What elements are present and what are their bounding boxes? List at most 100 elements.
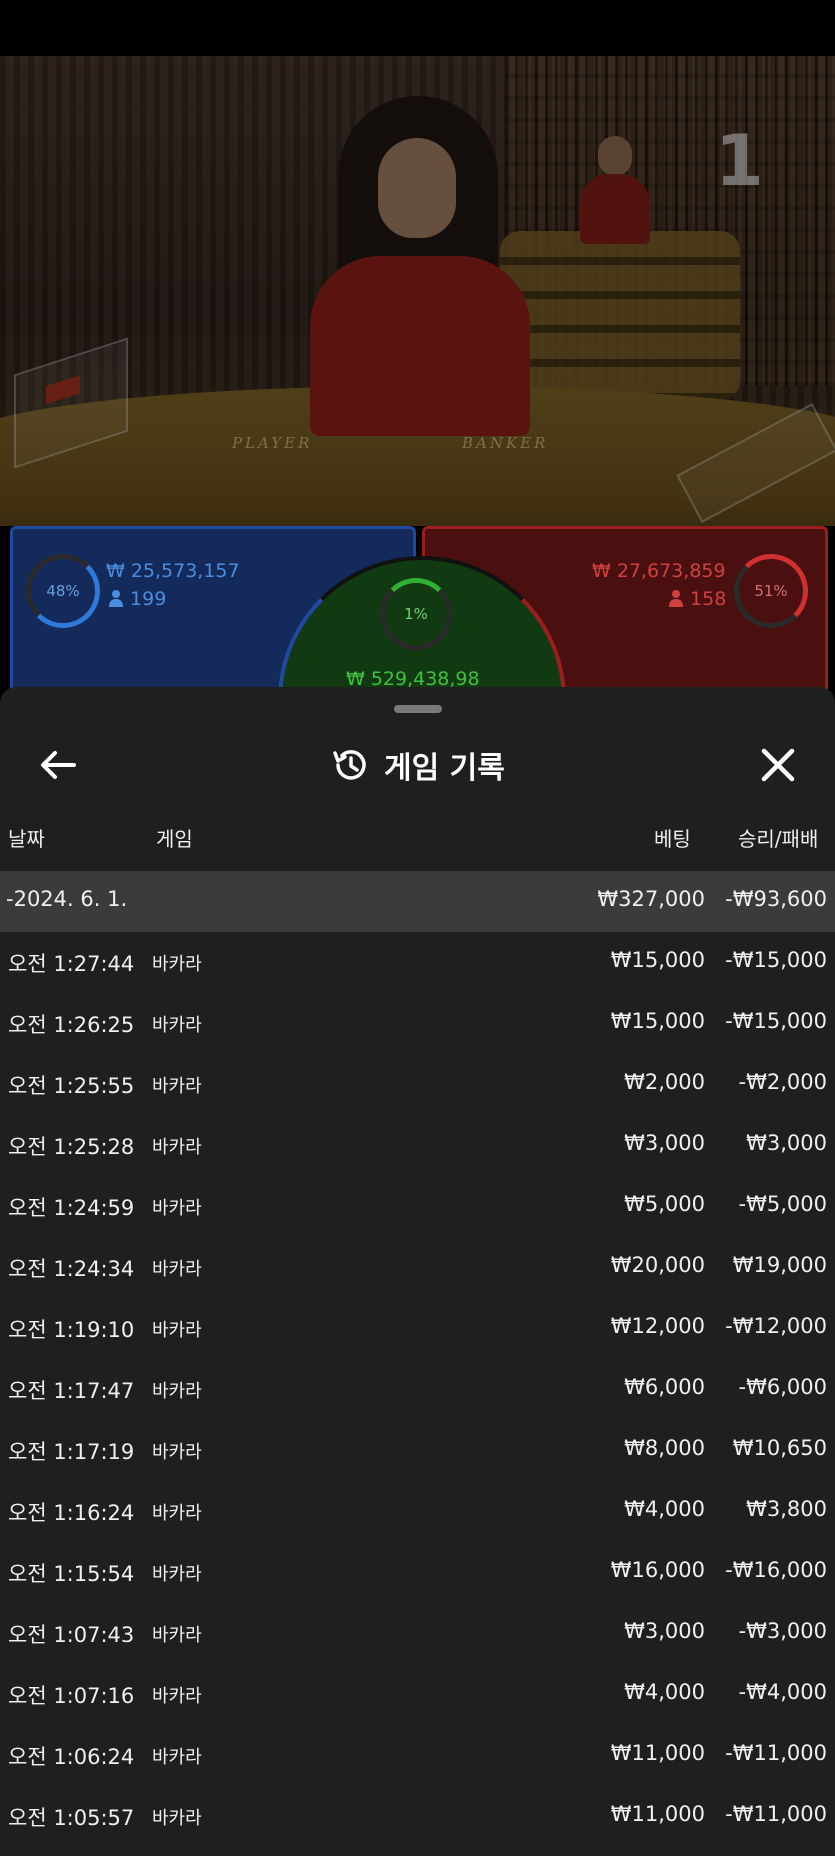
banker-count-value: 158	[690, 588, 727, 610]
row-time: 오전 1:15:54	[8, 1562, 135, 1586]
row-bet: ₩5,000	[624, 1192, 705, 1216]
row-time: 오전 1:07:43	[8, 1623, 135, 1647]
sheet-header: 게임 기록	[0, 713, 835, 817]
row-game: 바카라	[152, 954, 202, 975]
row-time: 오전 1:06:24	[8, 1745, 135, 1769]
history-row[interactable]: 오전 1:24:59 바카라 ₩5,000 -₩5,000	[0, 1176, 835, 1237]
row-bet: ₩3,000	[624, 1131, 705, 1155]
player-count: 199	[108, 588, 166, 610]
row-result: -₩15,000	[725, 948, 827, 972]
column-header-bet: 베팅	[654, 827, 691, 851]
row-bet: ₩8,000	[624, 1436, 705, 1460]
row-bet: ₩15,000	[610, 1009, 705, 1033]
history-row[interactable]: 오전 1:07:16 바카라 ₩4,000 -₩4,000	[0, 1664, 835, 1725]
history-row[interactable]: 오전 1:05:57 바카라 ₩11,000 -₩11,000	[0, 1786, 835, 1847]
player-total-amount: ₩ 25,573,157	[106, 560, 240, 582]
row-time: 오전 1:27:44	[8, 952, 135, 976]
history-row[interactable]: 오전 1:24:34 바카라 ₩20,000 ₩19,000	[0, 1237, 835, 1298]
history-row[interactable]: 오전 1:25:55 바카라 ₩2,000 -₩2,000	[0, 1054, 835, 1115]
history-row[interactable]: 오전 1:27:44 바카라 ₩15,000 -₩15,000	[0, 932, 835, 993]
row-time: 오전 1:25:28	[8, 1135, 135, 1159]
close-icon	[761, 748, 795, 782]
row-time: 오전 1:17:19	[8, 1440, 135, 1464]
history-row[interactable]: 오전 1:26:25 바카라 ₩15,000 -₩15,000	[0, 993, 835, 1054]
tie-percent-ring: 1%	[380, 578, 452, 650]
row-result: ₩3,000	[746, 1131, 827, 1155]
arrow-left-icon	[41, 751, 76, 779]
row-bet: ₩20,000	[610, 1253, 705, 1277]
row-result: -₩6,000	[738, 1375, 827, 1399]
person-icon	[669, 590, 683, 607]
row-bet: ₩15,000	[610, 948, 705, 972]
history-list: -2024. 6. 1. ₩327,000 -₩93,600 오전 1:27:4…	[0, 871, 835, 1847]
row-game: 바카라	[152, 1015, 202, 1036]
row-time: 오전 1:17:47	[8, 1379, 135, 1403]
row-bet: ₩6,000	[624, 1375, 705, 1399]
summary-bet: ₩327,000	[597, 887, 705, 911]
row-bet: ₩4,000	[624, 1497, 705, 1521]
history-row[interactable]: 오전 1:07:43 바카라 ₩3,000 -₩3,000	[0, 1603, 835, 1664]
row-result: -₩3,000	[738, 1619, 827, 1643]
history-row[interactable]: 오전 1:19:10 바카라 ₩12,000 -₩12,000	[0, 1298, 835, 1359]
row-result: ₩19,000	[732, 1253, 827, 1277]
row-time: 오전 1:19:10	[8, 1318, 135, 1342]
row-game: 바카라	[152, 1503, 202, 1524]
game-history-sheet: 게임 기록 날짜 게임 베팅 승리/패배 -2024. 6. 1. ₩327,0…	[0, 687, 835, 1856]
row-result: -₩11,000	[725, 1741, 827, 1765]
row-result: -₩2,000	[738, 1070, 827, 1094]
row-time: 오전 1:24:34	[8, 1257, 135, 1281]
person-icon	[109, 590, 123, 607]
status-bar	[0, 0, 835, 56]
row-bet: ₩11,000	[610, 1741, 705, 1765]
summary-date: -2024. 6. 1.	[6, 887, 128, 911]
row-game: 바카라	[152, 1564, 202, 1585]
row-result: -₩11,000	[725, 1802, 827, 1826]
row-bet: ₩16,000	[610, 1558, 705, 1582]
close-button[interactable]	[756, 743, 800, 787]
live-video: PLAYER BANKER 1	[0, 56, 835, 526]
row-time: 오전 1:05:57	[8, 1806, 135, 1830]
row-bet: ₩12,000	[610, 1314, 705, 1338]
row-bet: ₩2,000	[624, 1070, 705, 1094]
row-bet: ₩4,000	[624, 1680, 705, 1704]
banker-percent-ring: 51%	[734, 554, 808, 628]
row-time: 오전 1:24:59	[8, 1196, 135, 1220]
row-time: 오전 1:16:24	[8, 1501, 135, 1525]
row-game: 바카라	[152, 1808, 202, 1829]
banker-count: 158	[668, 588, 726, 610]
row-result: -₩16,000	[725, 1558, 827, 1582]
row-game: 바카라	[152, 1320, 202, 1341]
row-bet: ₩3,000	[624, 1619, 705, 1643]
history-row[interactable]: 오전 1:25:28 바카라 ₩3,000 ₩3,000	[0, 1115, 835, 1176]
history-row[interactable]: 오전 1:06:24 바카라 ₩11,000 -₩11,000	[0, 1725, 835, 1786]
history-row[interactable]: 오전 1:17:19 바카라 ₩8,000 ₩10,650	[0, 1420, 835, 1481]
banker-total-amount: ₩ 27,673,859	[592, 560, 726, 582]
row-result: -₩15,000	[725, 1009, 827, 1033]
row-game: 바카라	[152, 1625, 202, 1646]
sheet-title-text: 게임 기록	[384, 751, 505, 786]
row-game: 바카라	[152, 1259, 202, 1280]
sheet-title: 게임 기록	[330, 741, 505, 789]
column-header-date: 날짜	[8, 827, 45, 851]
row-time: 오전 1:25:55	[8, 1074, 135, 1098]
row-game: 바카라	[152, 1076, 202, 1097]
player-count-value: 199	[130, 588, 167, 610]
row-result: ₩10,650	[732, 1436, 827, 1460]
history-row[interactable]: 오전 1:17:47 바카라 ₩6,000 -₩6,000	[0, 1359, 835, 1420]
history-row[interactable]: 오전 1:16:24 바카라 ₩4,000 ₩3,800	[0, 1481, 835, 1542]
row-game: 바카라	[152, 1747, 202, 1768]
drag-handle[interactable]	[394, 705, 442, 713]
row-game: 바카라	[152, 1686, 202, 1707]
row-time: 오전 1:07:16	[8, 1684, 135, 1708]
row-game: 바카라	[152, 1137, 202, 1158]
row-game: 바카라	[152, 1381, 202, 1402]
summary-result: -₩93,600	[725, 887, 827, 911]
back-button[interactable]	[36, 743, 80, 787]
row-result: -₩4,000	[738, 1680, 827, 1704]
player-percent-ring: 48%	[26, 554, 100, 628]
row-result: -₩12,000	[725, 1314, 827, 1338]
row-result: ₩3,800	[746, 1497, 827, 1521]
row-game: 바카라	[152, 1198, 202, 1219]
history-row[interactable]: 오전 1:15:54 바카라 ₩16,000 -₩16,000	[0, 1542, 835, 1603]
date-summary-row[interactable]: -2024. 6. 1. ₩327,000 -₩93,600	[0, 871, 835, 932]
